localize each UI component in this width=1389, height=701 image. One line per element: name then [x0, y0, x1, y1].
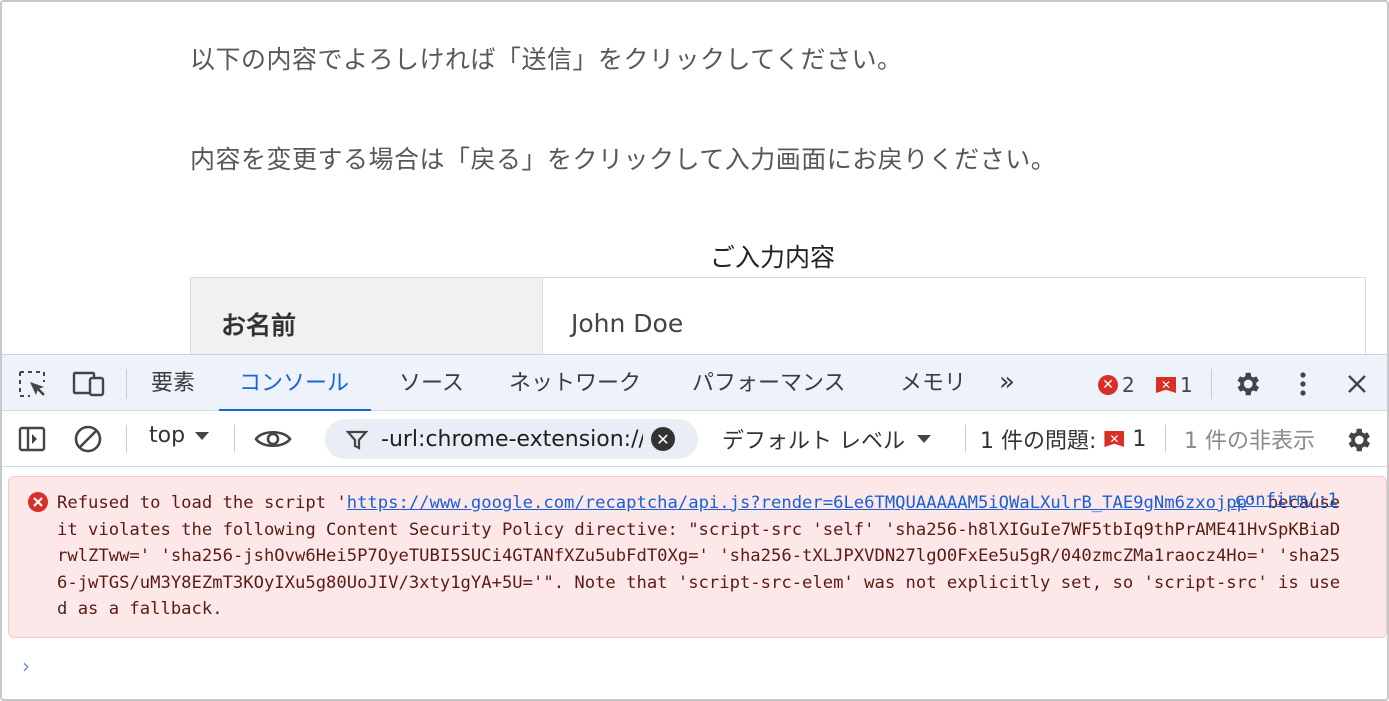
console-output: Refused to load the script 'https://www.… — [2, 467, 1387, 699]
more-options-icon[interactable] — [1290, 368, 1316, 400]
device-toolbar-icon[interactable] — [71, 369, 107, 399]
live-expression-eye-icon[interactable] — [253, 425, 293, 453]
tab-console[interactable]: コンソール — [218, 355, 372, 412]
more-tabs-icon[interactable]: » — [999, 355, 1015, 412]
browser-frame: 以下の内容でよろしければ「送信」をクリックしてください。 内容を変更する場合は「… — [0, 0, 1389, 701]
tab-memory[interactable]: メモリ — [900, 355, 966, 412]
chevron-down-icon — [917, 435, 931, 443]
console-error-message: Refused to load the script 'https://www.… — [8, 476, 1387, 638]
issues-counter[interactable]: 1 件の問題: ✕ 1 — [980, 423, 1146, 455]
inspect-element-icon[interactable] — [16, 369, 48, 399]
sidebar-toggle-icon[interactable] — [17, 424, 47, 454]
context-value: top — [149, 423, 186, 448]
toolbar-divider — [126, 425, 127, 453]
issues-label: 1 件の問題: — [980, 429, 1097, 454]
context-selector[interactable]: top — [149, 423, 210, 448]
devtools-tabbar: 要素 コンソール ソース ネットワーク パフォーマンス メモリ » ✕ 2 ✕ … — [2, 354, 1387, 412]
filter-funnel-icon — [345, 428, 369, 452]
log-levels-dropdown[interactable]: デフォルト レベル — [722, 423, 931, 455]
toolbar-divider — [126, 369, 127, 399]
error-circle-icon — [27, 491, 49, 517]
instruction-text-send: 以下の内容でよろしければ「送信」をクリックしてください。 — [190, 45, 903, 74]
error-message-text: Refused to load the script 'https://www.… — [57, 490, 1347, 623]
tab-network[interactable]: ネットワーク — [509, 355, 641, 412]
issue-flag-icon: ✕ — [1104, 431, 1125, 447]
toolbar-divider — [965, 425, 966, 453]
issues-count: 1 — [1132, 426, 1147, 452]
clear-console-icon[interactable] — [72, 424, 104, 454]
tab-sources[interactable]: ソース — [399, 355, 464, 412]
console-prompt-icon[interactable]: › — [22, 654, 30, 678]
settings-gear-icon[interactable] — [1231, 368, 1263, 400]
toolbar-divider — [234, 425, 235, 453]
filter-text[interactable]: -url:chrome-extension:// — [381, 427, 643, 452]
console-settings-gear-icon[interactable] — [1342, 424, 1374, 456]
tab-performance[interactable]: パフォーマンス — [692, 355, 846, 412]
tab-elements[interactable]: 要素 — [151, 355, 195, 412]
instruction-text-back: 内容を変更する場合は「戻る」をクリックして入力画面にお戻りください。 — [190, 145, 1057, 174]
hidden-messages-count: 1 件の非表示 — [1184, 429, 1315, 454]
clear-filter-icon[interactable]: ✕ — [651, 427, 675, 451]
toolbar-divider — [1211, 369, 1212, 399]
log-levels-label: デフォルト レベル — [722, 429, 905, 454]
recaptcha-script-link[interactable]: https://www.google.com/recaptcha/api.js?… — [347, 493, 1247, 513]
issue-flag-icon: ✕ — [1156, 377, 1176, 393]
chevron-down-icon — [195, 431, 210, 440]
table-caption: ご入力内容 — [710, 243, 836, 272]
page-content: 以下の内容でよろしければ「送信」をクリックしてください。 内容を変更する場合は「… — [2, 2, 1387, 370]
source-location-link[interactable]: confirm/:1 — [1235, 490, 1338, 510]
error-count: 2 — [1122, 373, 1135, 397]
console-filter-input[interactable]: -url:chrome-extension:// ✕ — [325, 419, 698, 459]
close-devtools-icon[interactable] — [1343, 370, 1371, 398]
error-icon: ✕ — [1098, 375, 1118, 395]
error-count-badge[interactable]: ✕ 2 — [1098, 373, 1135, 397]
devtools-panel: 要素 コンソール ソース ネットワーク パフォーマンス メモリ » ✕ 2 ✕ … — [2, 354, 1387, 699]
error-message-prefix: Refused to load the script ' — [57, 493, 347, 513]
console-filterbar: top -url:chrome-extension:// ✕ デフォルト レベル — [2, 411, 1387, 467]
issue-count: 1 — [1180, 373, 1193, 397]
toolbar-divider — [1165, 425, 1166, 453]
issue-count-badge[interactable]: ✕ 1 — [1156, 373, 1193, 397]
